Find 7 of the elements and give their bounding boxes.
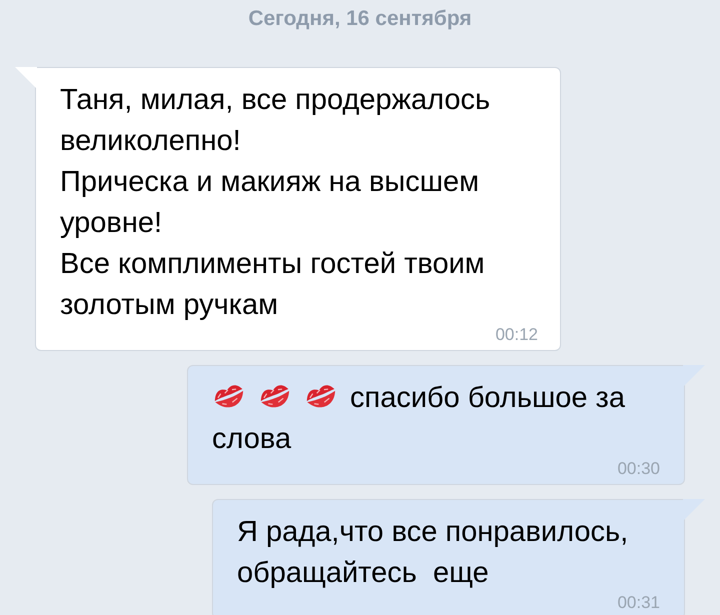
message-time: 00:31 <box>617 594 660 612</box>
date-divider: Сегодня, 16 сентября <box>247 6 473 32</box>
message-time: 00:30 <box>617 460 660 478</box>
message-text: Я рада,что все понравилось, обращайтесь еще <box>237 515 630 591</box>
message-time: 00:12 <box>495 326 538 344</box>
message-text: Таня, милая, все продержалось великолепно! Прическа и макияж на высшем уровне! Все комплименты гостей твоим золотым ручкам <box>60 83 492 323</box>
message-text: спасибо большое за слова <box>212 380 626 457</box>
